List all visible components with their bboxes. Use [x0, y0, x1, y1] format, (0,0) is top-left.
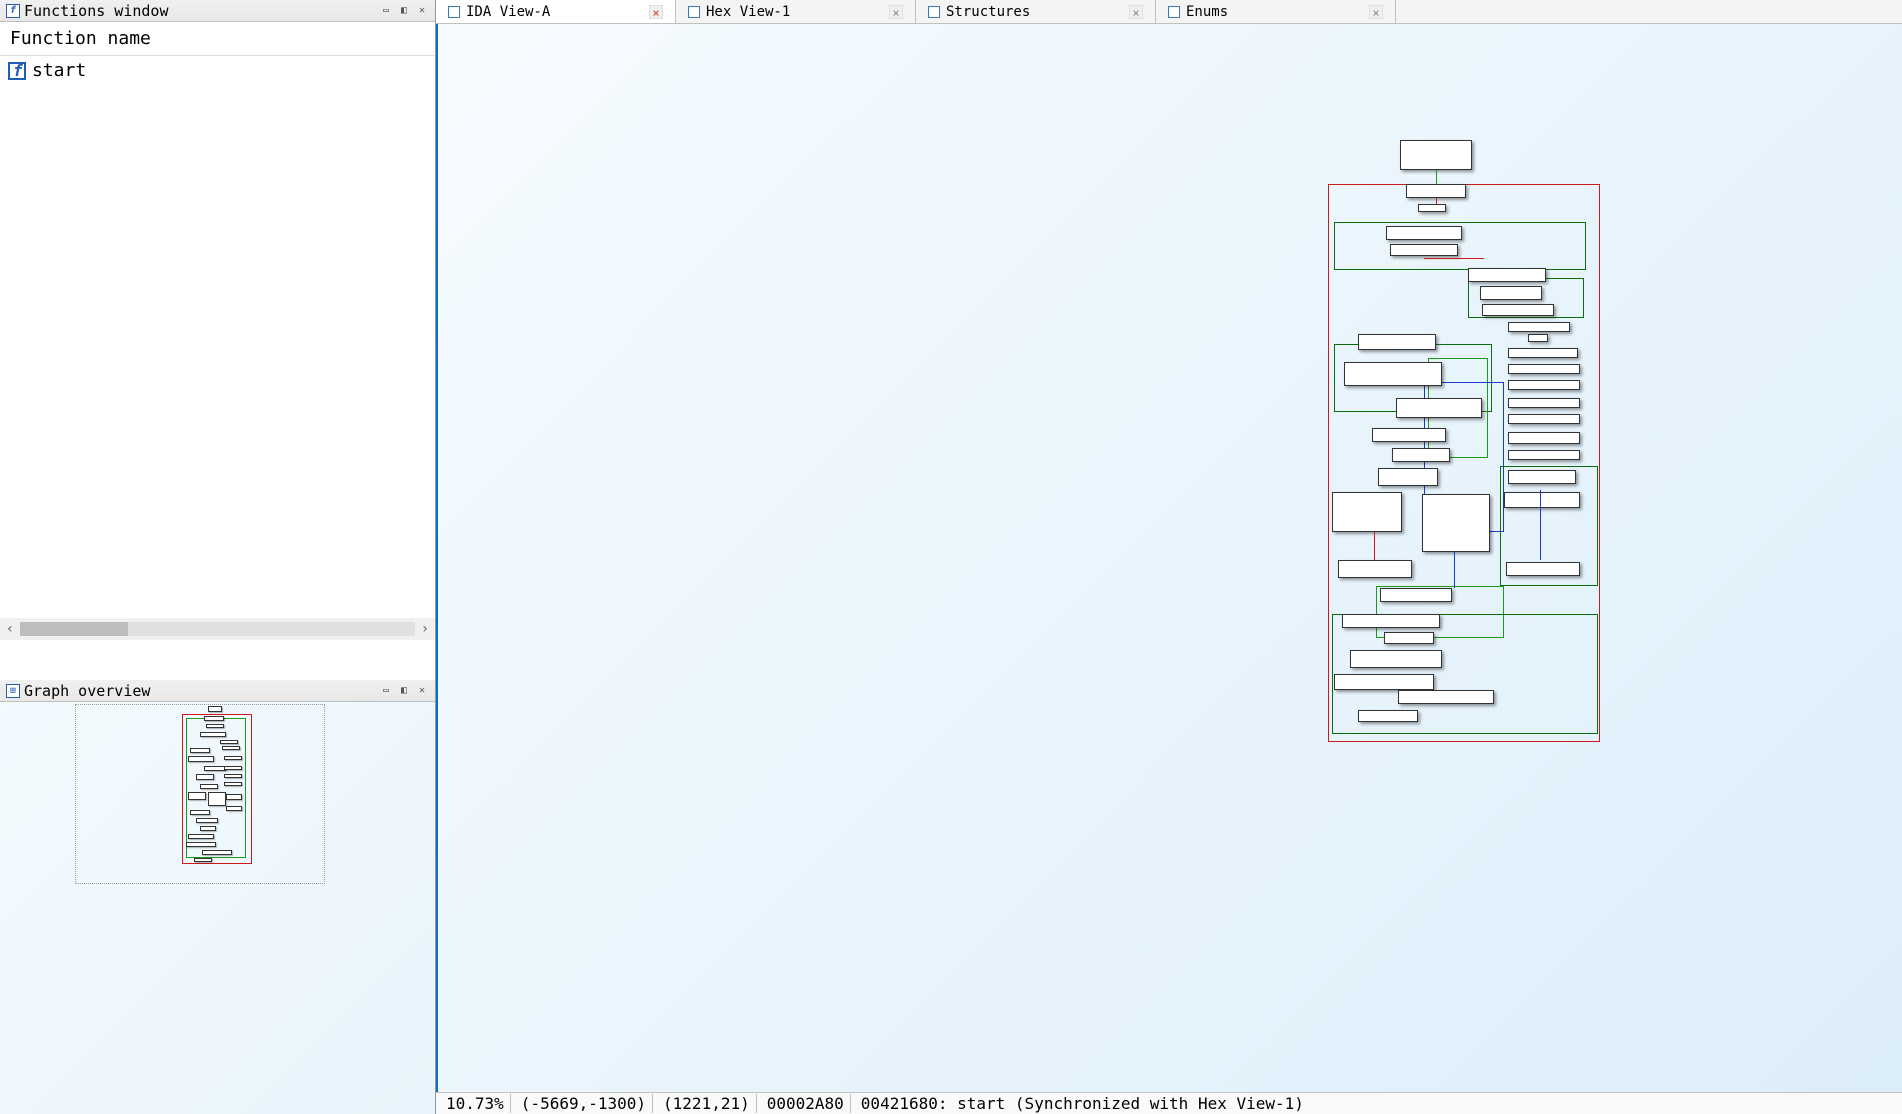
function-name: start	[32, 60, 86, 81]
function-icon	[8, 62, 26, 80]
tab-icon	[688, 6, 700, 18]
main-panel: IDA View-A × Hex View-1 × Structures × E…	[436, 0, 1902, 1114]
function-item[interactable]: start	[0, 56, 435, 85]
tab-icon	[448, 6, 460, 18]
tab-close-icon[interactable]: ×	[889, 5, 903, 19]
restore-icon[interactable]: ▭	[379, 4, 393, 18]
horizontal-scrollbar[interactable]: ‹ ›	[0, 618, 435, 640]
ida-graph-view[interactable]	[436, 24, 1902, 1092]
tab-close-icon[interactable]: ×	[1369, 5, 1383, 19]
status-address-function: 00421680: start (Synchronized with Hex V…	[855, 1094, 1310, 1113]
restore-icon[interactable]: ▭	[379, 684, 393, 698]
tab-structures[interactable]: Structures ×	[916, 0, 1156, 23]
tab-close-icon[interactable]: ×	[649, 5, 663, 19]
tab-label: Hex View-1	[706, 4, 790, 20]
scroll-thumb[interactable]	[20, 622, 128, 636]
tab-icon	[928, 6, 940, 18]
dock-icon[interactable]: ◧	[397, 684, 411, 698]
tab-ida-view[interactable]: IDA View-A ×	[436, 0, 676, 23]
status-cursor: (1221,21)	[657, 1094, 757, 1113]
tab-bar: IDA View-A × Hex View-1 × Structures × E…	[436, 0, 1902, 24]
tab-label: IDA View-A	[466, 4, 550, 20]
mini-graph	[180, 706, 256, 876]
tab-label: Structures	[946, 4, 1030, 20]
status-scroll: (-5669,-1300)	[515, 1094, 653, 1113]
tab-hex-view[interactable]: Hex View-1 ×	[676, 0, 916, 23]
graph-nodes	[1328, 134, 1608, 754]
functions-title: Functions window	[24, 2, 375, 20]
graph-overview-header[interactable]: ⊞ Graph overview ▭ ◧ ✕	[0, 680, 435, 702]
close-icon[interactable]: ✕	[415, 684, 429, 698]
functions-icon: f	[6, 4, 20, 18]
tab-icon	[1168, 6, 1180, 18]
functions-column-header[interactable]: Function name	[0, 22, 435, 56]
left-panel: f Functions window ▭ ◧ ✕ Function name s…	[0, 0, 436, 1114]
scroll-left-button[interactable]: ‹	[0, 621, 20, 637]
scroll-right-button[interactable]: ›	[415, 621, 435, 637]
dock-icon[interactable]: ◧	[397, 4, 411, 18]
functions-panel-header[interactable]: f Functions window ▭ ◧ ✕	[0, 0, 435, 22]
graph-icon: ⊞	[6, 684, 20, 698]
close-icon[interactable]: ✕	[415, 4, 429, 18]
graph-overview-title: Graph overview	[24, 682, 375, 700]
functions-list[interactable]: start	[0, 56, 435, 618]
status-bar: 10.73% (-5669,-1300) (1221,21) 00002A80 …	[436, 1092, 1902, 1114]
tab-label: Enums	[1186, 4, 1228, 20]
graph-overview-panel: ⊞ Graph overview ▭ ◧ ✕	[0, 680, 435, 1114]
functions-panel: f Functions window ▭ ◧ ✕ Function name s…	[0, 0, 435, 640]
scroll-track[interactable]	[20, 622, 415, 636]
status-offset: 00002A80	[761, 1094, 851, 1113]
graph-overview-canvas[interactable]	[0, 702, 435, 1114]
tab-enums[interactable]: Enums ×	[1156, 0, 1396, 23]
tab-close-icon[interactable]: ×	[1129, 5, 1143, 19]
panel-divider[interactable]	[0, 640, 435, 680]
status-zoom: 10.73%	[440, 1094, 511, 1113]
